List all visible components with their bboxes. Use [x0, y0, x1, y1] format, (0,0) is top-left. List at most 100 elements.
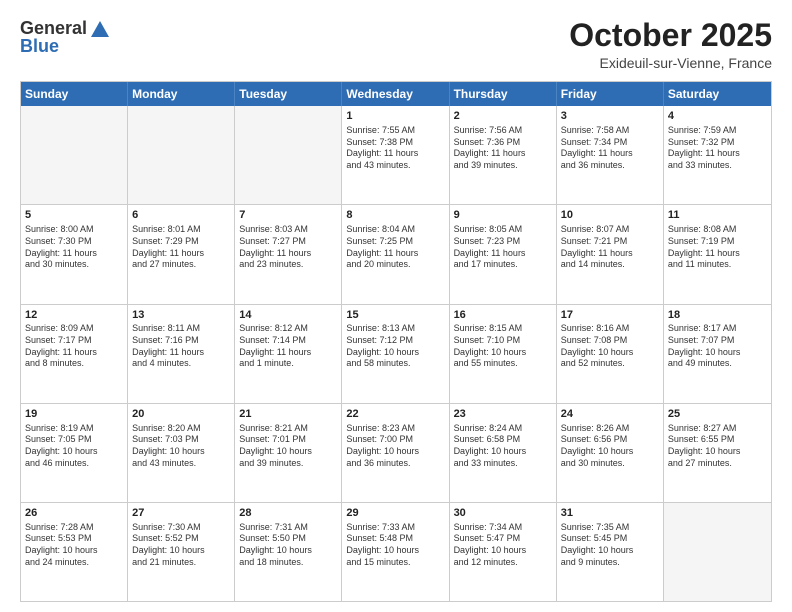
title-area: October 2025 Exideuil-sur-Vienne, France [569, 18, 772, 71]
weekday-header: Thursday [450, 82, 557, 106]
day-number: 13 [132, 308, 230, 323]
calendar-cell: 28Sunrise: 7:31 AMSunset: 5:50 PMDayligh… [235, 503, 342, 601]
calendar-cell: 30Sunrise: 7:34 AMSunset: 5:47 PMDayligh… [450, 503, 557, 601]
cell-line: Daylight: 10 hours [561, 545, 659, 557]
day-number: 28 [239, 506, 337, 521]
weekday-header: Sunday [21, 82, 128, 106]
cell-line: and 18 minutes. [239, 557, 337, 569]
cell-line: and 15 minutes. [346, 557, 444, 569]
cell-line: and 46 minutes. [25, 458, 123, 470]
calendar-row: 12Sunrise: 8:09 AMSunset: 7:17 PMDayligh… [21, 304, 771, 403]
calendar-row: 19Sunrise: 8:19 AMSunset: 7:05 PMDayligh… [21, 403, 771, 502]
calendar-cell: 8Sunrise: 8:04 AMSunset: 7:25 PMDaylight… [342, 205, 449, 303]
cell-line: Sunset: 6:58 PM [454, 434, 552, 446]
cell-line: and 39 minutes. [454, 160, 552, 172]
cell-line: Daylight: 11 hours [132, 347, 230, 359]
cell-line: and 36 minutes. [561, 160, 659, 172]
calendar-cell: 26Sunrise: 7:28 AMSunset: 5:53 PMDayligh… [21, 503, 128, 601]
cell-line: Daylight: 10 hours [454, 446, 552, 458]
cell-line: Sunset: 5:45 PM [561, 533, 659, 545]
cell-line: Sunset: 5:53 PM [25, 533, 123, 545]
cell-line: Sunrise: 8:07 AM [561, 224, 659, 236]
cell-line: Sunset: 7:17 PM [25, 335, 123, 347]
cell-line: and 36 minutes. [346, 458, 444, 470]
cell-line: Sunset: 7:27 PM [239, 236, 337, 248]
cell-line: Sunrise: 7:34 AM [454, 522, 552, 534]
cell-line: Sunrise: 8:00 AM [25, 224, 123, 236]
calendar-row: 26Sunrise: 7:28 AMSunset: 5:53 PMDayligh… [21, 502, 771, 601]
cell-line: Sunset: 7:10 PM [454, 335, 552, 347]
calendar-body: 1Sunrise: 7:55 AMSunset: 7:38 PMDaylight… [21, 106, 771, 601]
cell-line: and 1 minute. [239, 358, 337, 370]
calendar-cell: 1Sunrise: 7:55 AMSunset: 7:38 PMDaylight… [342, 106, 449, 204]
calendar-cell [21, 106, 128, 204]
cell-line: and 4 minutes. [132, 358, 230, 370]
cell-line: Daylight: 11 hours [668, 248, 767, 260]
cell-line: and 55 minutes. [454, 358, 552, 370]
cell-line: Sunrise: 7:59 AM [668, 125, 767, 137]
cell-line: Daylight: 10 hours [454, 347, 552, 359]
day-number: 24 [561, 407, 659, 422]
cell-line: Sunset: 7:07 PM [668, 335, 767, 347]
cell-line: Sunset: 5:50 PM [239, 533, 337, 545]
cell-line: Sunrise: 7:55 AM [346, 125, 444, 137]
day-number: 23 [454, 407, 552, 422]
cell-line: Sunrise: 8:21 AM [239, 423, 337, 435]
cell-line: Daylight: 10 hours [346, 446, 444, 458]
calendar-cell: 12Sunrise: 8:09 AMSunset: 7:17 PMDayligh… [21, 305, 128, 403]
day-number: 17 [561, 308, 659, 323]
cell-line: Sunset: 7:01 PM [239, 434, 337, 446]
calendar-cell: 14Sunrise: 8:12 AMSunset: 7:14 PMDayligh… [235, 305, 342, 403]
cell-line: and 30 minutes. [25, 259, 123, 271]
weekday-header: Monday [128, 82, 235, 106]
calendar-cell: 9Sunrise: 8:05 AMSunset: 7:23 PMDaylight… [450, 205, 557, 303]
cell-line: and 52 minutes. [561, 358, 659, 370]
cell-line: Sunrise: 8:11 AM [132, 323, 230, 335]
weekday-header: Saturday [664, 82, 771, 106]
cell-line: Daylight: 10 hours [132, 446, 230, 458]
cell-line: Sunset: 5:47 PM [454, 533, 552, 545]
day-number: 31 [561, 506, 659, 521]
cell-line: Sunrise: 8:23 AM [346, 423, 444, 435]
cell-line: Sunrise: 8:05 AM [454, 224, 552, 236]
cell-line: Daylight: 10 hours [668, 347, 767, 359]
cell-line: Daylight: 11 hours [239, 248, 337, 260]
cell-line: Sunrise: 8:13 AM [346, 323, 444, 335]
calendar-cell [664, 503, 771, 601]
cell-line: and 49 minutes. [668, 358, 767, 370]
cell-line: Daylight: 11 hours [561, 148, 659, 160]
calendar-cell: 16Sunrise: 8:15 AMSunset: 7:10 PMDayligh… [450, 305, 557, 403]
cell-line: Sunrise: 8:12 AM [239, 323, 337, 335]
cell-line: Daylight: 10 hours [454, 545, 552, 557]
cell-line: and 12 minutes. [454, 557, 552, 569]
day-number: 7 [239, 208, 337, 223]
cell-line: Daylight: 11 hours [346, 148, 444, 160]
calendar-cell: 29Sunrise: 7:33 AMSunset: 5:48 PMDayligh… [342, 503, 449, 601]
cell-line: Daylight: 11 hours [346, 248, 444, 260]
weekday-header: Wednesday [342, 82, 449, 106]
calendar-cell: 21Sunrise: 8:21 AMSunset: 7:01 PMDayligh… [235, 404, 342, 502]
calendar-cell: 13Sunrise: 8:11 AMSunset: 7:16 PMDayligh… [128, 305, 235, 403]
day-number: 3 [561, 109, 659, 124]
cell-line: Sunset: 7:30 PM [25, 236, 123, 248]
calendar-cell: 23Sunrise: 8:24 AMSunset: 6:58 PMDayligh… [450, 404, 557, 502]
cell-line: Sunrise: 8:03 AM [239, 224, 337, 236]
calendar-cell: 22Sunrise: 8:23 AMSunset: 7:00 PMDayligh… [342, 404, 449, 502]
cell-line: Daylight: 10 hours [346, 545, 444, 557]
cell-line: Daylight: 10 hours [668, 446, 767, 458]
cell-line: Sunrise: 7:35 AM [561, 522, 659, 534]
calendar-cell: 11Sunrise: 8:08 AMSunset: 7:19 PMDayligh… [664, 205, 771, 303]
cell-line: Daylight: 10 hours [239, 545, 337, 557]
cell-line: and 8 minutes. [25, 358, 123, 370]
logo: General Blue [20, 18, 111, 57]
cell-line: Sunset: 7:05 PM [25, 434, 123, 446]
day-number: 1 [346, 109, 444, 124]
cell-line: Sunrise: 7:58 AM [561, 125, 659, 137]
day-number: 5 [25, 208, 123, 223]
cell-line: Daylight: 11 hours [454, 248, 552, 260]
cell-line: Sunset: 7:21 PM [561, 236, 659, 248]
cell-line: Sunrise: 7:28 AM [25, 522, 123, 534]
cell-line: Sunset: 7:32 PM [668, 137, 767, 149]
day-number: 30 [454, 506, 552, 521]
weekday-header: Tuesday [235, 82, 342, 106]
